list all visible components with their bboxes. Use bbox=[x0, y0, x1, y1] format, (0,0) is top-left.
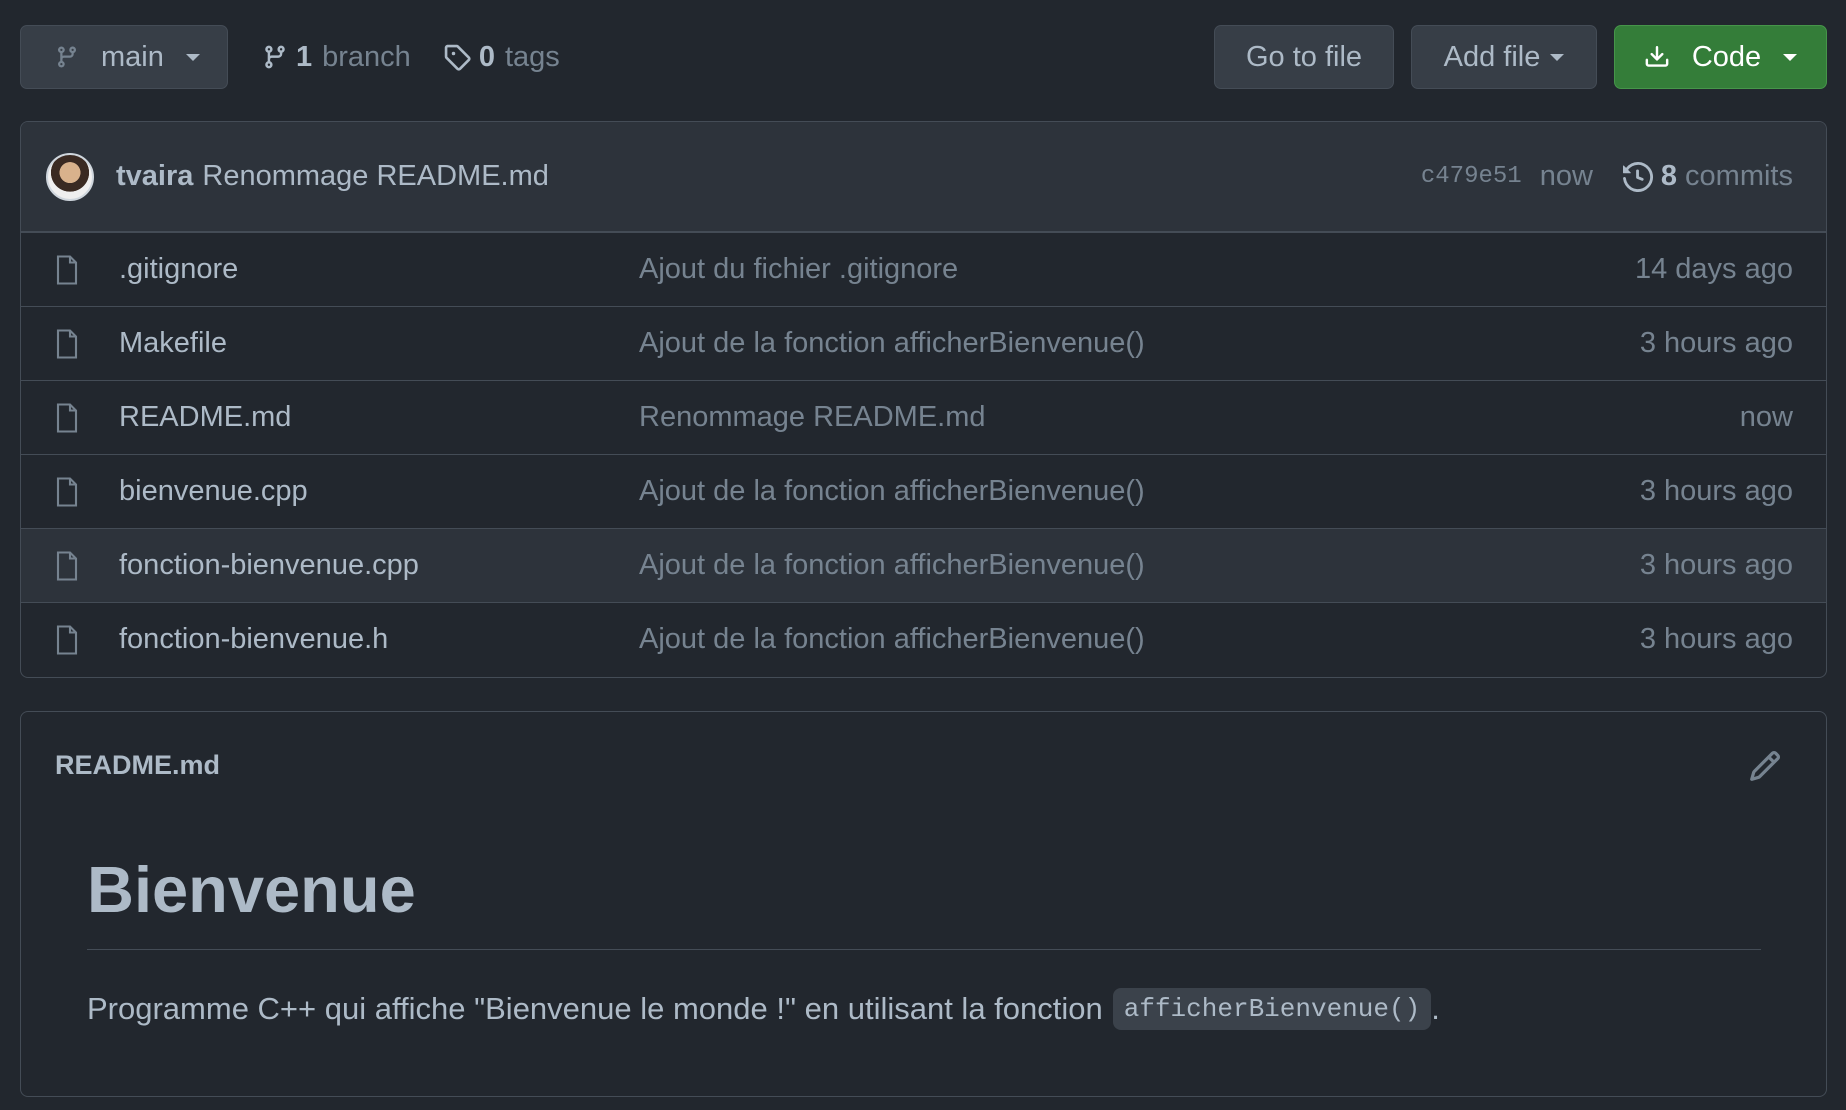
branch-select-button[interactable]: main bbox=[20, 25, 228, 89]
file-icon bbox=[56, 624, 78, 655]
file-commit-message[interactable]: Ajout de la fonction afficherBienvenue() bbox=[639, 327, 1640, 360]
inline-code: afficherBienvenue() bbox=[1112, 988, 1432, 1030]
file-commit-time: 3 hours ago bbox=[1639, 549, 1793, 581]
file-icon bbox=[56, 402, 78, 433]
readme-heading: Bienvenue bbox=[87, 853, 416, 926]
file-commit-time: 3 hours ago bbox=[1639, 475, 1793, 507]
tags-count: 0 bbox=[478, 40, 495, 73]
file-commit-message[interactable]: Renommage README.md bbox=[639, 401, 1740, 434]
file-commit-message[interactable]: Ajout de la fonction afficherBienvenue() bbox=[639, 549, 1640, 582]
file-commit-message[interactable]: Ajout de la fonction afficherBienvenue() bbox=[639, 623, 1640, 656]
commits-label: commits bbox=[1685, 160, 1793, 192]
commit-message[interactable]: Renommage README.md bbox=[202, 160, 549, 193]
git-branch-icon bbox=[57, 46, 76, 68]
git-branch-icon bbox=[265, 45, 285, 69]
add-file-button[interactable]: Add file bbox=[1411, 25, 1597, 89]
file-name[interactable]: .gitignore bbox=[119, 253, 639, 286]
readme-paragraph-end: . bbox=[1431, 991, 1440, 1026]
file-name[interactable]: fonction-bienvenue.h bbox=[119, 623, 639, 656]
chevron-down-icon bbox=[185, 53, 200, 61]
file-commit-time: now bbox=[1739, 401, 1793, 433]
file-icon bbox=[56, 254, 78, 285]
file-row[interactable]: bienvenue.cpp Ajout de la fonction affic… bbox=[21, 454, 1826, 528]
tags-label: tags bbox=[504, 40, 560, 73]
download-icon bbox=[1645, 46, 1669, 67]
file-row[interactable]: fonction-bienvenue.h Ajout de la fonctio… bbox=[21, 602, 1826, 676]
repo-page: main 1 branch 0 tags Go to file Add file bbox=[0, 0, 1846, 1110]
history-icon bbox=[1622, 161, 1653, 192]
file-commit-time: 3 hours ago bbox=[1639, 327, 1793, 359]
file-commit-time: 3 hours ago bbox=[1639, 623, 1793, 655]
heading-divider bbox=[87, 949, 1761, 950]
chevron-down-icon bbox=[1550, 53, 1565, 61]
repo-toolbar: main 1 branch 0 tags Go to file Add file bbox=[20, 25, 1827, 89]
tag-icon bbox=[444, 44, 471, 71]
tags-link[interactable]: 0 tags bbox=[443, 41, 560, 74]
file-name[interactable]: README.md bbox=[119, 401, 639, 434]
go-to-file-button[interactable]: Go to file bbox=[1214, 25, 1394, 89]
file-row[interactable]: fonction-bienvenue.cpp Ajout de la fonct… bbox=[21, 528, 1826, 602]
avatar[interactable] bbox=[46, 152, 94, 201]
code-button[interactable]: Code bbox=[1614, 25, 1827, 89]
readme-paragraph-text: Programme C++ qui affiche "Bienvenue le … bbox=[87, 991, 1103, 1026]
file-commit-time: 14 days ago bbox=[1634, 253, 1793, 285]
commits-history-link[interactable]: 8 commits bbox=[1622, 160, 1793, 193]
file-icon bbox=[56, 550, 78, 581]
readme-paragraph: Programme C++ qui affiche "Bienvenue le … bbox=[87, 988, 1440, 1030]
add-file-label: Add file bbox=[1443, 40, 1541, 73]
file-name[interactable]: bienvenue.cpp bbox=[119, 475, 639, 508]
chevron-down-icon bbox=[1783, 53, 1798, 61]
code-label: Code bbox=[1691, 40, 1762, 73]
commit-time: now bbox=[1539, 160, 1593, 192]
file-name[interactable]: Makefile bbox=[119, 327, 639, 360]
file-commit-message[interactable]: Ajout de la fonction afficherBienvenue() bbox=[639, 475, 1640, 508]
commits-count: 8 bbox=[1660, 160, 1678, 192]
readme-filename[interactable]: README.md bbox=[55, 750, 220, 781]
file-row[interactable]: README.md Renommage README.md now bbox=[21, 380, 1826, 454]
branches-link[interactable]: 1 branch bbox=[262, 41, 411, 74]
readme-panel: README.md Bienvenue Programme C++ qui af… bbox=[20, 711, 1827, 1097]
file-browser: tvaira Renommage README.md c479e51 now 8… bbox=[20, 121, 1827, 678]
file-commit-message[interactable]: Ajout du fichier .gitignore bbox=[639, 253, 1635, 286]
branch-name: main bbox=[101, 40, 164, 73]
latest-commit-bar: tvaira Renommage README.md c479e51 now 8… bbox=[21, 122, 1826, 232]
pencil-icon[interactable] bbox=[1748, 749, 1782, 783]
file-row[interactable]: .gitignore Ajout du fichier .gitignore 1… bbox=[21, 232, 1826, 306]
file-icon bbox=[56, 328, 78, 359]
branches-label: branch bbox=[322, 40, 411, 73]
file-icon bbox=[56, 476, 78, 507]
commit-author[interactable]: tvaira bbox=[116, 160, 193, 193]
file-row[interactable]: Makefile Ajout de la fonction afficherBi… bbox=[21, 306, 1826, 380]
branches-count: 1 bbox=[296, 40, 313, 73]
file-name[interactable]: fonction-bienvenue.cpp bbox=[119, 549, 639, 582]
commit-sha[interactable]: c479e51 bbox=[1421, 163, 1522, 190]
